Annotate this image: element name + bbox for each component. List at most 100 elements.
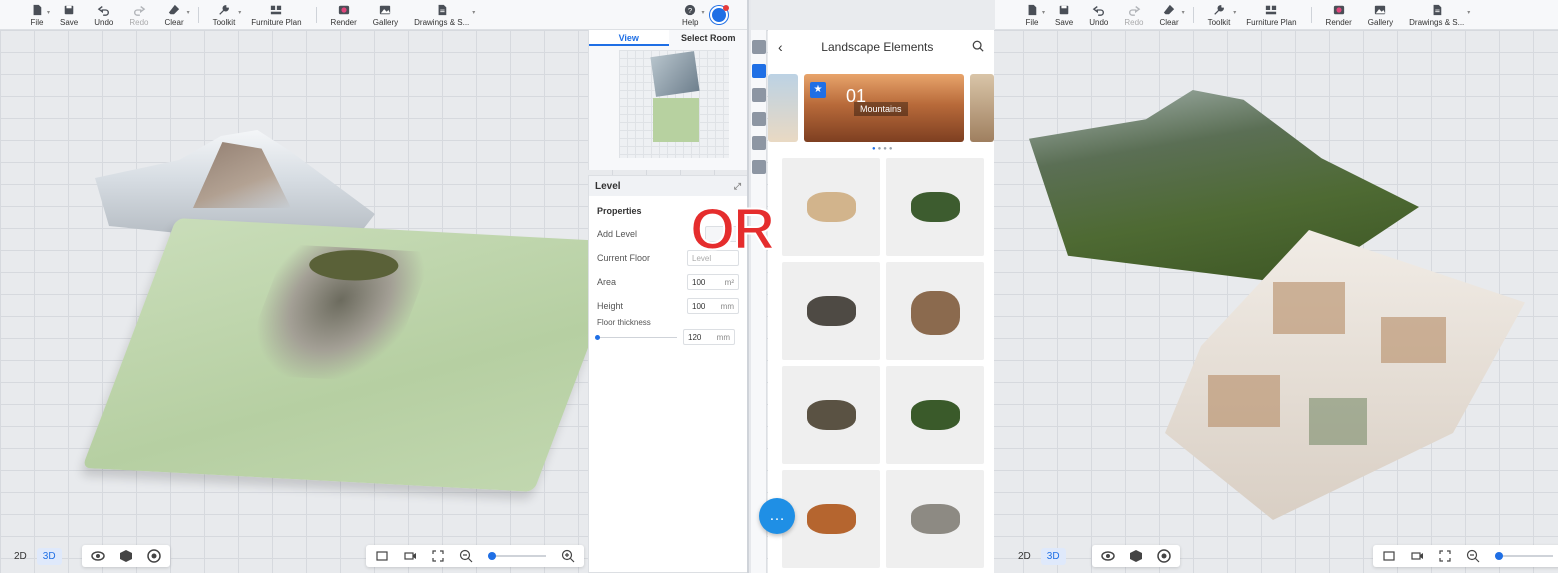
category-landscape-icon[interactable] — [752, 64, 766, 78]
zoom-slider[interactable] — [1495, 552, 1553, 560]
model-tile[interactable] — [886, 262, 984, 360]
landscape-library-panel: ‹ Landscape Elements ★ 01 Mountains ●●●● — [768, 30, 994, 573]
compass-icon[interactable] — [1152, 547, 1176, 565]
model-tile[interactable] — [782, 262, 880, 360]
model-tile[interactable] — [886, 366, 984, 464]
star-icon[interactable]: ★ — [810, 82, 826, 98]
render-button[interactable]: Render — [325, 0, 363, 29]
category-decor-icon[interactable] — [752, 88, 766, 102]
redo-button[interactable]: Redo — [123, 0, 154, 29]
file-button[interactable]: File ▾ — [24, 0, 50, 29]
render-icon — [338, 5, 349, 15]
level-panel-header: Level ⤢ — [589, 176, 747, 196]
clear-button[interactable]: Clear ▾ — [158, 0, 190, 29]
search-icon[interactable] — [972, 40, 984, 55]
cube-icon[interactable] — [1124, 547, 1148, 565]
zoom-out-icon[interactable] — [1461, 547, 1485, 565]
chevron-down-icon: ▾ — [46, 10, 50, 16]
zoom-slider-handle[interactable] — [1495, 552, 1503, 560]
tab-select-room[interactable]: Select Room — [669, 30, 748, 46]
expand-icon[interactable]: ⤢ — [734, 181, 741, 192]
minimap-terrain — [653, 98, 699, 142]
back-arrow-icon[interactable]: ‹ — [778, 39, 783, 55]
model-tile[interactable] — [886, 158, 984, 256]
left-editor-window: File ▾ Save Undo Redo Clear ▾ Toolkit ▾ Furniture… — [0, 0, 749, 573]
category-building-icon[interactable] — [752, 112, 766, 126]
fit-view-icon[interactable] — [370, 547, 394, 565]
category-home-icon[interactable] — [752, 136, 766, 150]
model-tile[interactable] — [782, 470, 880, 568]
cube-icon[interactable] — [114, 547, 138, 565]
category-sidebar — [751, 30, 767, 573]
chevron-down-icon: ▾ — [238, 10, 242, 16]
file-icon — [33, 4, 42, 16]
furniture-plan-label: Furniture Plan — [251, 18, 302, 27]
height-input[interactable]: 100 mm — [687, 298, 739, 314]
drawings-icon — [438, 4, 446, 16]
or-label: OR — [689, 196, 776, 263]
toolkit-button[interactable]: Toolkit ▾ — [207, 0, 242, 29]
eye-icon[interactable] — [1096, 547, 1120, 565]
carousel-dots[interactable]: ●●●● — [872, 146, 895, 152]
area-label: Area — [597, 277, 617, 287]
zoom-slider-handle[interactable] — [488, 552, 496, 560]
add-level-label: Add Level — [597, 229, 638, 239]
minimap-mountain — [650, 51, 700, 97]
model-tile[interactable] — [782, 158, 880, 256]
floor-thickness-row: 120 mm — [589, 327, 747, 347]
clear-label: Clear — [164, 18, 184, 27]
zoom-slider[interactable] — [488, 552, 546, 560]
compass-icon[interactable] — [142, 547, 166, 565]
model-tile[interactable] — [886, 470, 984, 568]
furniture-plan-icon — [271, 5, 282, 15]
minimap[interactable] — [619, 50, 729, 158]
floor-thickness-input[interactable]: 120 mm — [683, 329, 735, 345]
height-value: 100 — [692, 301, 706, 311]
view-3d-button[interactable]: 3D — [36, 547, 62, 565]
chevron-down-icon: ▾ — [701, 10, 705, 16]
floor-thickness-label: Floor thickness — [597, 318, 651, 327]
floor-thickness-unit: mm — [716, 332, 730, 342]
view-2d-button[interactable]: 2D — [1012, 548, 1037, 565]
navigator-tabs: View Select Room — [589, 30, 748, 46]
fullscreen-icon[interactable] — [1433, 547, 1457, 565]
save-icon — [64, 5, 74, 15]
display-options-bar — [1092, 545, 1180, 567]
view-2d-button[interactable]: 2D — [8, 548, 33, 565]
toolbar-separator — [315, 7, 317, 23]
zoom-out-icon[interactable] — [454, 547, 478, 565]
category-user-icon[interactable] — [752, 160, 766, 174]
eye-icon[interactable] — [86, 547, 110, 565]
chat-icon[interactable]: … — [759, 498, 795, 534]
library-header: ‹ Landscape Elements — [768, 30, 994, 64]
view-3d-button[interactable]: 3D — [1040, 547, 1066, 565]
drawings-s-button[interactable]: Drawings & S... ▾ — [408, 0, 475, 29]
save-button[interactable]: Save — [54, 0, 84, 29]
zoom-in-icon[interactable] — [556, 547, 580, 565]
undo-button[interactable]: Undo — [88, 0, 119, 29]
help-button[interactable]: ? Help ▾ — [676, 0, 704, 29]
gallery-button[interactable]: Gallery — [367, 0, 404, 29]
avatar[interactable] — [710, 4, 730, 24]
fullscreen-icon[interactable] — [426, 547, 450, 565]
height-unit: mm — [720, 301, 734, 311]
tab-view[interactable]: View — [589, 30, 669, 46]
banner-next-tile[interactable] — [970, 74, 994, 142]
grass-terrain-model[interactable] — [82, 218, 628, 492]
furniture-plan-button[interactable]: Furniture Plan — [245, 0, 307, 29]
banner-prev-tile[interactable] — [768, 74, 798, 142]
display-options-bar — [82, 545, 170, 567]
category-banner[interactable]: ★ 01 Mountains — [768, 74, 994, 142]
camera-view-icon[interactable] — [398, 547, 422, 565]
area-row: Area 100 m² — [589, 270, 747, 294]
camera-view-icon[interactable] — [1405, 547, 1429, 565]
help-label: Help — [682, 18, 699, 27]
model-tile[interactable] — [782, 366, 880, 464]
library-title: Landscape Elements — [821, 40, 934, 54]
category-model-icon[interactable] — [752, 40, 766, 54]
fit-view-icon[interactable] — [1377, 547, 1401, 565]
chevron-down-icon: ▾ — [186, 10, 190, 16]
floor-thickness-value: 120 — [688, 332, 702, 342]
floor-thickness-slider[interactable] — [595, 334, 677, 340]
area-input[interactable]: 100 m² — [687, 274, 739, 290]
